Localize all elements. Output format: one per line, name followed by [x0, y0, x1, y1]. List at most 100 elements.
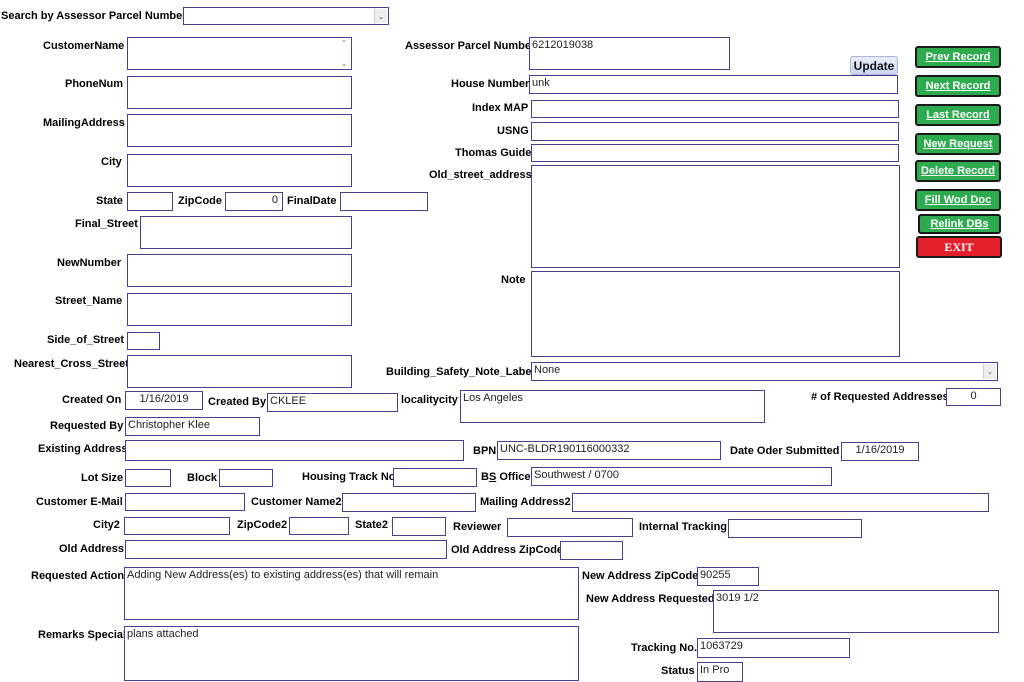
phone-num-field[interactable]	[127, 76, 352, 109]
thomas-guide-label: Thomas Guide	[455, 147, 532, 159]
city2-field[interactable]	[124, 517, 230, 535]
scrollbar[interactable]: ⌃ ⌄	[339, 39, 349, 68]
index-map-label: Index MAP	[472, 102, 529, 114]
apn-label: Assessor Parcel Number	[405, 40, 536, 52]
zipcode2-label: ZipCode2	[237, 519, 288, 531]
old-address-field[interactable]	[125, 540, 447, 559]
tracking-no-field[interactable]: 1063729	[697, 638, 850, 658]
bs-office-field[interactable]: Southwest / 0700	[531, 467, 832, 486]
search-apn-label: Search by Assessor Parcel Number:	[1, 10, 191, 22]
old-address-label: Old Address	[59, 543, 124, 555]
created-on-field[interactable]: 1/16/2019	[125, 391, 203, 410]
localitycity-field[interactable]: Los Angeles	[460, 390, 765, 423]
new-number-field[interactable]	[127, 254, 352, 287]
tracking-no-label: Tracking No.	[631, 642, 698, 654]
usng-label: USNG	[497, 125, 529, 137]
note-label: Note	[501, 274, 526, 286]
chevron-down-icon[interactable]: ⌄	[374, 9, 387, 23]
requested-action-label: Requested Action	[31, 570, 125, 582]
created-by-field[interactable]: CKLEE	[267, 393, 398, 412]
delete-record-button[interactable]: Delete Record	[915, 160, 1001, 182]
status-label: Status	[661, 665, 695, 677]
fill-wod-doc-button[interactable]: Fill Wod Doc	[915, 189, 1001, 211]
house-number-field[interactable]: unk	[529, 75, 898, 94]
reviewer-field[interactable]	[507, 518, 633, 537]
bpn-field[interactable]: UNC-BLDR190116000332	[497, 441, 721, 460]
housing-track-no-label: Housing Track No	[302, 471, 396, 483]
chevron-down-icon[interactable]: ⌄	[983, 364, 996, 379]
existing-address-label: Existing Address	[38, 443, 128, 455]
mailing-address2-field[interactable]	[572, 493, 989, 512]
final-street-label: Final_Street	[75, 218, 138, 230]
usng-field[interactable]	[531, 122, 899, 141]
remarks-special-label: Remarks Special	[38, 629, 127, 641]
state2-field[interactable]	[392, 517, 446, 536]
block-field[interactable]	[219, 469, 273, 487]
internal-tracking-label: Internal Tracking	[639, 521, 728, 533]
final-street-field[interactable]	[140, 216, 352, 249]
mailing-address-label: MailingAddress	[43, 117, 125, 129]
requested-action-field[interactable]: Adding New Address(es) to existing addre…	[124, 567, 579, 620]
old-address-zipcode-label: Old Address ZipCode	[451, 544, 564, 556]
num-requested-addresses-field[interactable]: 0	[946, 388, 1001, 406]
requested-by-field[interactable]: Christopher Klee	[125, 417, 260, 436]
lot-size-field[interactable]	[125, 469, 171, 487]
customer-name2-field[interactable]	[342, 493, 476, 512]
new-request-button[interactable]: New Request	[915, 133, 1001, 155]
last-record-button[interactable]: Last Record	[915, 104, 1001, 126]
zipcode-field[interactable]: 0	[225, 192, 283, 211]
block-label: Block	[187, 472, 217, 484]
date-order-submitted-field[interactable]: 1/16/2019	[841, 442, 919, 461]
nearest-cross-street-label: Nearest_Cross_Street	[14, 358, 129, 370]
new-number-label: NewNumber	[57, 257, 122, 269]
new-address-zipcode-field[interactable]: 90255	[697, 567, 759, 586]
building-safety-note-label: Building_Safety_Note_Label	[386, 366, 535, 378]
update-button[interactable]: Update	[850, 56, 898, 75]
remarks-special-field[interactable]: plans attached	[124, 626, 579, 681]
street-name-field[interactable]	[127, 293, 352, 326]
mailing-address-field[interactable]	[127, 114, 352, 147]
new-address-requested-label: New Address Requested	[586, 593, 715, 605]
existing-address-field[interactable]	[125, 440, 464, 461]
prev-record-button[interactable]: Prev Record	[915, 46, 1001, 68]
street-name-label: Street_Name	[55, 295, 123, 307]
apn-field[interactable]: 6212019038	[529, 37, 730, 70]
note-field[interactable]	[531, 271, 900, 357]
customer-name2-label: Customer Name2	[251, 496, 342, 508]
zipcode2-field[interactable]	[289, 517, 349, 535]
nearest-cross-street-field[interactable]	[127, 355, 352, 388]
thomas-guide-field[interactable]	[531, 144, 899, 162]
state-field[interactable]	[127, 192, 173, 211]
next-record-button[interactable]: Next Record	[915, 75, 1001, 97]
lot-size-label: Lot Size	[81, 472, 124, 484]
chevron-up-icon[interactable]: ⌃	[341, 39, 348, 48]
building-safety-note-combobox[interactable]: None ⌄	[531, 362, 998, 381]
city2-label: City2	[93, 519, 120, 531]
num-requested-addresses-label: # of Requested Addresses	[811, 391, 949, 403]
exit-button[interactable]: EXIT	[916, 236, 1002, 258]
relink-dbs-button[interactable]: Relink DBs	[918, 214, 1001, 234]
index-map-field[interactable]	[531, 100, 899, 118]
new-address-requested-field[interactable]: 3019 1/2	[713, 590, 999, 633]
bs-office-label-b: B	[481, 471, 489, 483]
customer-name-label: CustomerName	[43, 40, 125, 52]
bs-office-label-rest: Office	[496, 471, 531, 483]
final-date-field[interactable]	[340, 192, 428, 211]
housing-track-no-field[interactable]	[393, 468, 477, 487]
side-of-street-label: Side_of_Street	[47, 334, 125, 346]
old-street-address-field[interactable]	[531, 165, 900, 268]
internal-tracking-field[interactable]	[728, 519, 862, 538]
customer-name-field[interactable]: ⌃ ⌄	[127, 37, 352, 70]
search-apn-combobox[interactable]: ⌄	[183, 7, 389, 25]
building-safety-note-value: None	[534, 364, 561, 376]
chevron-down-icon[interactable]: ⌄	[341, 59, 348, 68]
zipcode-label: ZipCode	[178, 195, 222, 207]
side-of-street-field[interactable]	[127, 332, 160, 350]
status-field[interactable]: In Pro	[697, 662, 743, 682]
new-address-zipcode-label: New Address ZipCode	[582, 570, 699, 582]
customer-email-field[interactable]	[125, 493, 245, 511]
created-on-label: Created On	[62, 394, 122, 406]
state2-label: State2	[355, 519, 389, 531]
city-field[interactable]	[127, 154, 352, 187]
old-address-zipcode-field[interactable]	[560, 541, 623, 560]
